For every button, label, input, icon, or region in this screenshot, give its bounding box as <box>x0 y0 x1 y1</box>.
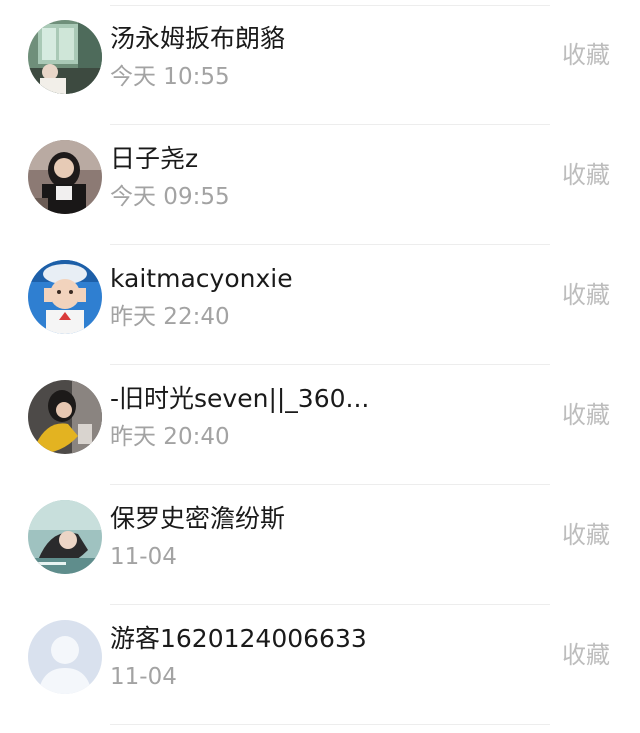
collect-button[interactable]: 收藏 <box>562 278 610 312</box>
collect-button[interactable]: 收藏 <box>562 638 610 672</box>
photo-avatar-icon <box>28 260 102 334</box>
user-name: 游客1620124006633 <box>110 624 367 653</box>
list-item[interactable]: -旧时光seven||_360... 昨天 20:40 收藏 <box>0 360 640 485</box>
photo-avatar-icon <box>28 380 102 454</box>
photo-avatar-icon <box>28 140 102 214</box>
list-item[interactable]: 汤永姆扳布朗貉 今天 10:55 收藏 <box>0 0 640 125</box>
user-name: -旧时光seven||_360... <box>110 384 370 413</box>
photo-avatar-icon <box>28 20 102 94</box>
timestamp: 昨天 20:40 <box>110 424 230 450</box>
avatar[interactable] <box>28 260 102 334</box>
avatar[interactable] <box>28 500 102 574</box>
timestamp: 今天 10:55 <box>110 64 230 90</box>
avatar[interactable] <box>28 620 102 694</box>
divider <box>110 724 550 725</box>
avatar[interactable] <box>28 20 102 94</box>
list-item[interactable]: 保罗史密澹纷斯 11-04 收藏 <box>0 480 640 605</box>
collect-button[interactable]: 收藏 <box>562 518 610 552</box>
default-user-icon <box>28 620 102 694</box>
timestamp: 今天 09:55 <box>110 184 230 210</box>
collect-button[interactable]: 收藏 <box>562 398 610 432</box>
list-item[interactable]: 游客1620124006633 11-04 收藏 <box>0 600 640 725</box>
user-name: 日子尧z <box>110 144 199 173</box>
user-list: 汤永姆扳布朗貉 今天 10:55 收藏 日子尧z 今天 09:55 收藏 kai… <box>0 0 640 733</box>
list-item[interactable]: kaitmacyonxie 昨天 22:40 收藏 <box>0 240 640 365</box>
user-name: 汤永姆扳布朗貉 <box>110 24 286 53</box>
list-item[interactable]: 日子尧z 今天 09:55 收藏 <box>0 120 640 245</box>
collect-button[interactable]: 收藏 <box>562 158 610 192</box>
avatar[interactable] <box>28 140 102 214</box>
collect-button[interactable]: 收藏 <box>562 38 610 72</box>
timestamp: 11-04 <box>110 544 177 570</box>
user-name: 保罗史密澹纷斯 <box>110 504 286 533</box>
user-name: kaitmacyonxie <box>110 264 293 293</box>
timestamp: 昨天 22:40 <box>110 304 230 330</box>
avatar[interactable] <box>28 380 102 454</box>
photo-avatar-icon <box>28 500 102 574</box>
timestamp: 11-04 <box>110 664 177 690</box>
